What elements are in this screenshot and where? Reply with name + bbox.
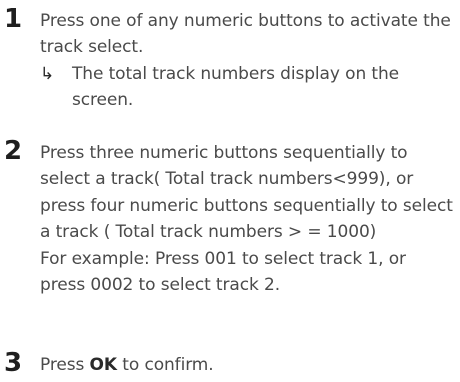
instruction-page: 1 Press one of any numeric buttons to ac… <box>0 0 460 382</box>
step-example: For example: Press 001 to select track 1… <box>40 248 406 296</box>
ok-keyword: OK <box>89 355 118 375</box>
step-text: Press OK to confirm. <box>40 352 456 378</box>
step-number: 3 <box>4 348 23 378</box>
step-number: 2 <box>4 136 23 166</box>
step-text: Press one of any numeric buttons to acti… <box>40 11 451 58</box>
step-text: Press three numeric buttons sequentially… <box>40 143 453 243</box>
step-number: 1 <box>4 4 23 34</box>
step-result: ↳ The total track numbers display on the… <box>40 61 456 114</box>
result-arrow-icon: ↳ <box>40 63 55 84</box>
step-body: Press one of any numeric buttons to acti… <box>40 8 456 114</box>
result-text: The total track numbers display on the s… <box>72 63 400 111</box>
step-body: Press OK to confirm. <box>40 352 456 378</box>
step-text-after: to confirm. <box>116 355 214 375</box>
step-body: Press three numeric buttons sequentially… <box>40 140 456 298</box>
step-text-before: Press <box>40 355 90 375</box>
